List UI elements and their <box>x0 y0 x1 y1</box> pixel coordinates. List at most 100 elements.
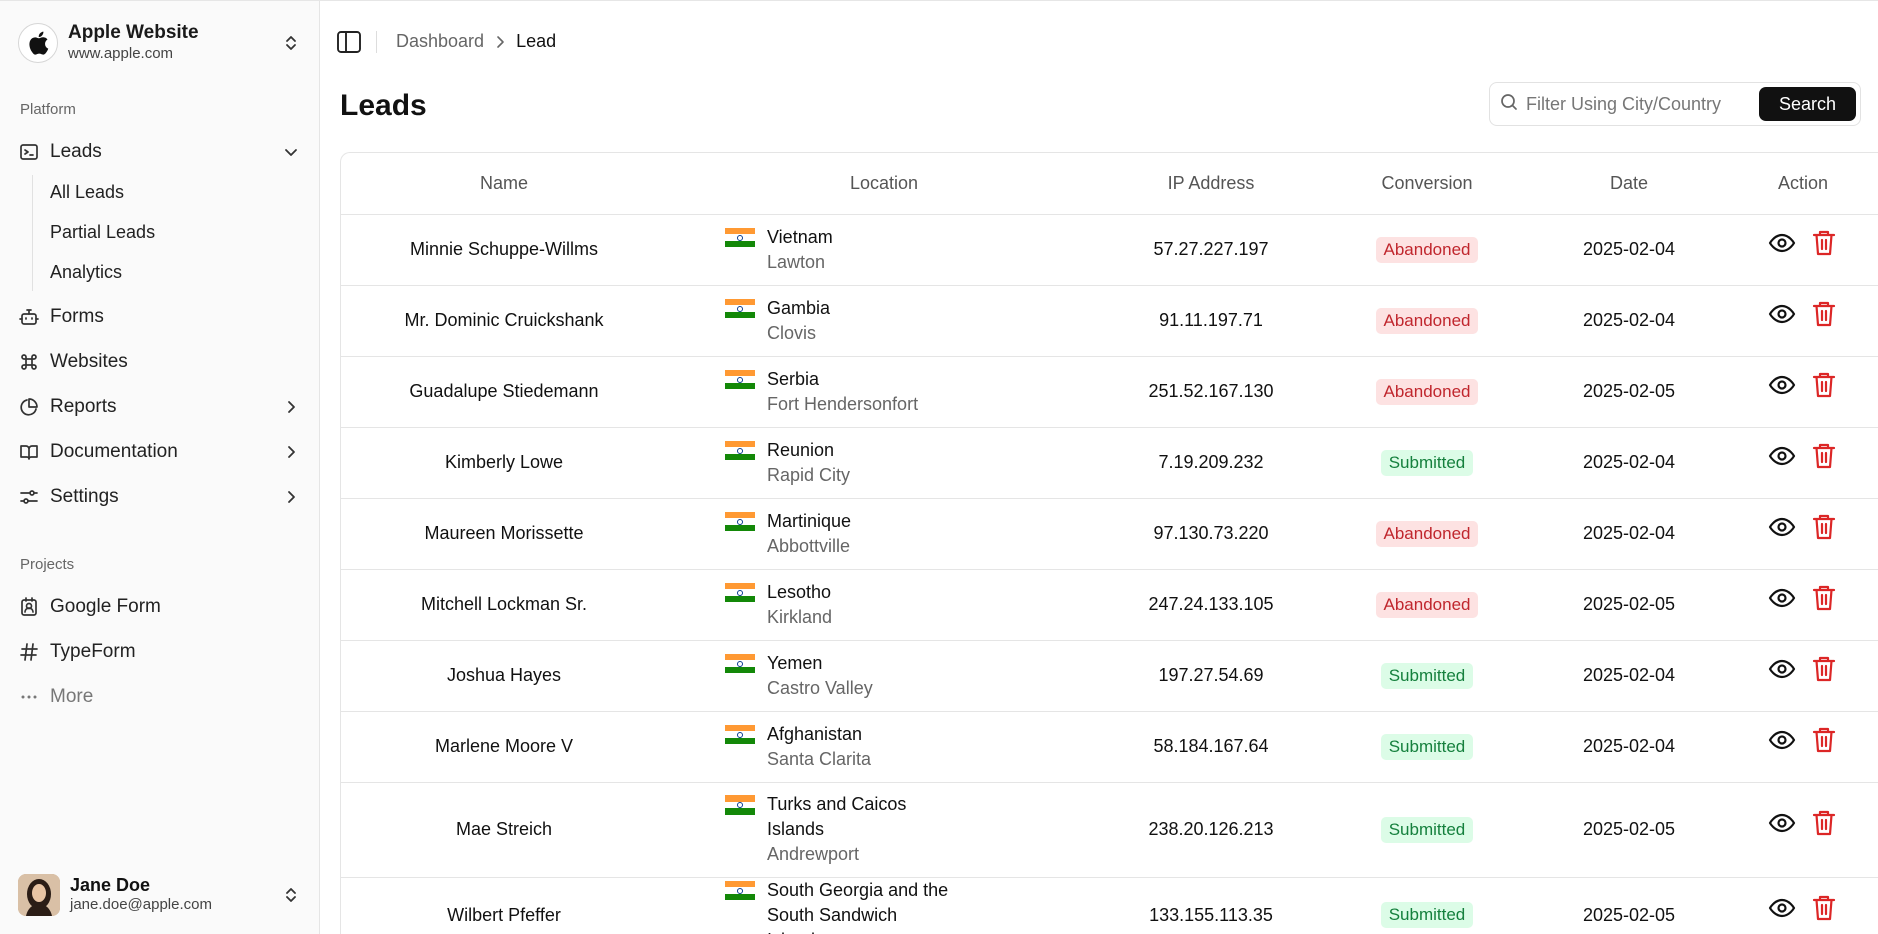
avatar <box>18 874 60 916</box>
chevron-down-icon <box>280 141 302 163</box>
trash-icon[interactable] <box>1810 229 1838 257</box>
lead-location: Yemen Castro Valley <box>667 640 1101 712</box>
lead-name: Joshua Hayes <box>341 640 667 712</box>
trash-icon[interactable] <box>1810 809 1838 837</box>
trash-icon[interactable] <box>1810 655 1838 683</box>
eye-icon[interactable] <box>1768 655 1796 683</box>
eye-icon[interactable] <box>1768 809 1796 837</box>
lead-actions <box>1725 782 1878 878</box>
table-row[interactable]: Mitchell Lockman Sr. Lesotho Kirkland 247.2… <box>341 569 1878 641</box>
india-flag-icon <box>725 724 755 745</box>
lead-name: Guadalupe Stiedemann <box>341 356 667 428</box>
lead-city: Andrewport <box>767 844 860 864</box>
lead-city: Clovis <box>767 322 817 343</box>
lead-ip: 57.27.227.197 <box>1101 214 1321 286</box>
lead-location: Afghanistan Santa Clarita <box>667 711 1101 783</box>
sidebar-item-typeform[interactable]: TypeForm <box>18 636 302 668</box>
eye-icon[interactable] <box>1768 726 1796 754</box>
table-row[interactable]: Wilbert Pfeffer South Georgia and the Sou… <box>341 877 1878 934</box>
lead-date: 2025-02-04 <box>1533 711 1725 783</box>
sidebar-subitem-partial-leads[interactable]: Partial Leads <box>50 218 155 246</box>
eye-icon[interactable] <box>1768 584 1796 612</box>
sidebar-item-label: More <box>50 686 94 707</box>
lead-actions <box>1725 214 1878 286</box>
column-header-ip: IP Address <box>1101 153 1321 215</box>
lead-conversion: Abandoned <box>1321 214 1533 286</box>
book-open-icon <box>18 441 40 463</box>
sidebar-item-forms[interactable]: Forms <box>18 301 302 333</box>
sidebar-item-settings[interactable]: Settings <box>18 481 302 513</box>
chevrons-up-down-icon <box>280 884 302 906</box>
trash-icon[interactable] <box>1810 300 1838 328</box>
search-button[interactable]: Search <box>1758 87 1856 121</box>
lead-actions <box>1725 285 1878 357</box>
trash-icon[interactable] <box>1810 584 1838 612</box>
trash-icon[interactable] <box>1810 371 1838 399</box>
bot-icon <box>18 306 40 328</box>
eye-icon[interactable] <box>1768 894 1796 922</box>
table-body: Minnie Schuppe-Willms Vietnam Lawton 57.27.… <box>341 214 1878 934</box>
sidebar-item-websites[interactable]: Websites <box>18 346 302 378</box>
table-row[interactable]: Marlene Moore V Afghanistan Santa Clarita 5… <box>341 711 1878 783</box>
status-badge: Abandoned <box>1375 591 1479 618</box>
lead-country: Gambia <box>767 297 831 318</box>
india-flag-icon <box>725 369 755 390</box>
sidebar-item-reports[interactable]: Reports <box>18 391 302 423</box>
eye-icon[interactable] <box>1768 442 1796 470</box>
trash-icon[interactable] <box>1810 894 1838 922</box>
india-flag-icon <box>725 511 755 532</box>
sidebar-item-more[interactable]: More <box>18 681 302 713</box>
table-row[interactable]: Maureen Morissette Martinique Abbottville 9… <box>341 498 1878 570</box>
lead-location: Serbia Fort Hendersonfort <box>667 356 1101 428</box>
trash-icon[interactable] <box>1810 442 1838 470</box>
eye-icon[interactable] <box>1768 513 1796 541</box>
lead-location: South Georgia and the South Sandwich Isl… <box>667 877 1101 934</box>
search-input[interactable] <box>1526 93 1759 115</box>
lead-ip: 247.24.133.105 <box>1101 569 1321 641</box>
table-row[interactable]: Minnie Schuppe-Willms Vietnam Lawton 57.27.… <box>341 214 1878 286</box>
status-badge: Submitted <box>1380 662 1474 689</box>
table-row[interactable]: Mr. Dominic Cruickshank Gambia Clovis 91.11… <box>341 285 1878 357</box>
table-row[interactable]: Mae Streich Turks and Caicos Islands Andre… <box>341 782 1878 878</box>
contact-icon <box>18 596 40 618</box>
column-header-date: Date <box>1533 153 1725 215</box>
lead-date: 2025-02-05 <box>1533 782 1725 878</box>
sidebar-subitem-all-leads[interactable]: All Leads <box>50 178 124 206</box>
sidebar-item-label: Websites <box>50 351 128 372</box>
sidebar-item-leads[interactable]: Leads <box>18 136 302 168</box>
projects-group-label: Projects <box>20 556 75 573</box>
eye-icon[interactable] <box>1768 300 1796 328</box>
lead-city: Santa Clarita <box>767 748 872 769</box>
command-icon <box>18 351 40 373</box>
lead-conversion: Submitted <box>1321 877 1533 934</box>
sidebar-item-google-form[interactable]: Google Form <box>18 591 302 623</box>
sidebar-item-documentation[interactable]: Documentation <box>18 436 302 468</box>
breadcrumb-dashboard[interactable]: Dashboard <box>396 31 484 52</box>
trash-icon[interactable] <box>1810 726 1838 754</box>
chevron-right-icon <box>280 486 302 508</box>
apple-logo-icon <box>18 23 58 63</box>
eye-icon[interactable] <box>1768 371 1796 399</box>
user-email: jane.doe@apple.com <box>70 896 212 913</box>
table-row[interactable]: Kimberly Lowe Reunion Rapid City 7.19.209.2… <box>341 427 1878 499</box>
lead-location: Martinique Abbottville <box>667 498 1101 570</box>
table-row[interactable]: Joshua Hayes Yemen Castro Valley 197.27.54.… <box>341 640 1878 712</box>
eye-icon[interactable] <box>1768 229 1796 257</box>
lead-city: Fort Hendersonfort <box>767 393 919 414</box>
lead-location: Lesotho Kirkland <box>667 569 1101 641</box>
column-header-action: Action <box>1725 153 1878 215</box>
india-flag-icon <box>725 440 755 461</box>
lead-name: Maureen Morissette <box>341 498 667 570</box>
chevron-right-icon <box>280 441 302 463</box>
sidebar-subitem-analytics[interactable]: Analytics <box>50 258 122 286</box>
chevron-right-icon <box>494 35 506 49</box>
table-row[interactable]: Guadalupe Stiedemann Serbia Fort Henderson… <box>341 356 1878 428</box>
sidebar-item-label: TypeForm <box>50 641 136 662</box>
status-badge: Submitted <box>1380 816 1474 843</box>
lead-date: 2025-02-04 <box>1533 640 1725 712</box>
trash-icon[interactable] <box>1810 513 1838 541</box>
workspace-switcher[interactable]: Apple Website www.apple.com <box>18 19 302 67</box>
breadcrumb: Dashboard Lead <box>396 31 556 52</box>
sidebar-toggle-button[interactable] <box>336 29 362 55</box>
user-menu[interactable]: Jane Doe jane.doe@apple.com <box>18 873 302 917</box>
